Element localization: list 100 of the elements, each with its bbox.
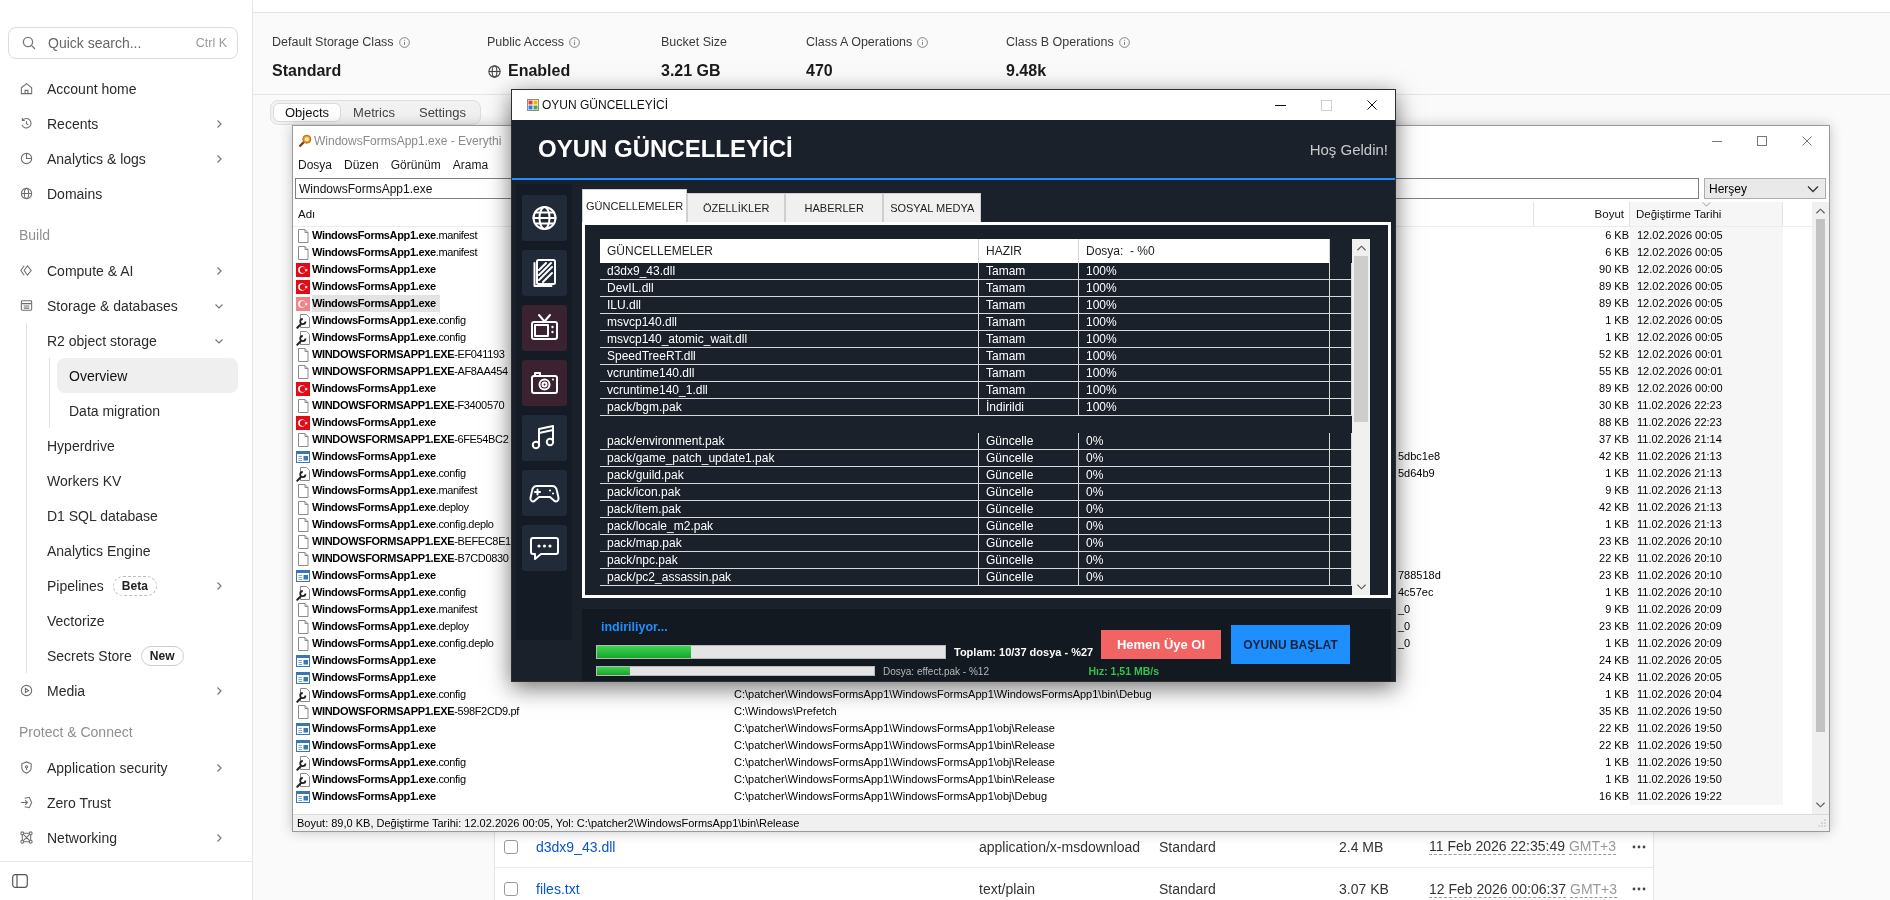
nav-item[interactable]: D1 SQL database bbox=[27, 498, 232, 533]
nav-item[interactable]: Media bbox=[0, 673, 232, 708]
nav-item[interactable]: Account home bbox=[0, 71, 232, 106]
chevron-up-icon[interactable] bbox=[1816, 208, 1825, 214]
gamepad-icon[interactable] bbox=[522, 470, 567, 516]
file-name[interactable]: WINDOWSFORMSAPP1.EXE-6FE54BC2 bbox=[312, 431, 509, 448]
file-name[interactable]: WindowsFormsApp1.exe bbox=[312, 448, 436, 465]
menu-item[interactable]: Düzen bbox=[344, 158, 379, 172]
chevron-up-icon[interactable] bbox=[1356, 245, 1366, 251]
file-name[interactable]: WindowsFormsApp1.exe bbox=[312, 737, 436, 754]
nav-item[interactable]: Vectorize bbox=[27, 603, 232, 638]
nav-item[interactable]: Analytics & logs bbox=[0, 141, 232, 176]
tab[interactable]: Metrics bbox=[341, 103, 407, 122]
file-name[interactable]: WindowsFormsApp1.exe bbox=[312, 261, 436, 278]
checkbox[interactable] bbox=[504, 882, 518, 896]
file-name[interactable]: WindowsFormsApp1.exe.config bbox=[312, 584, 466, 601]
nav-item[interactable]: Analytics Engine bbox=[27, 533, 232, 568]
column-header[interactable]: HAZIR bbox=[979, 239, 1079, 263]
tab[interactable]: GÜNCELLEMELER bbox=[582, 189, 688, 222]
nav-item[interactable]: Secrets Store New bbox=[27, 638, 232, 673]
tab[interactable]: ÖZELLİKLER bbox=[687, 193, 786, 222]
menu-item[interactable]: Dosya bbox=[298, 158, 332, 172]
checkbox[interactable] bbox=[504, 839, 518, 854]
nav-item[interactable]: R2 object storage bbox=[27, 323, 232, 358]
file-name[interactable]: WindowsFormsApp1.exe.manifest bbox=[312, 482, 478, 499]
info-icon[interactable] bbox=[569, 36, 581, 48]
scrollbar-thumb[interactable] bbox=[1354, 256, 1368, 422]
file-name[interactable]: WindowsFormsApp1.exe bbox=[312, 567, 436, 584]
file-name[interactable]: WINDOWSFORMSAPP1.EXE-AF8AA454 bbox=[312, 363, 508, 380]
file-name[interactable]: WindowsFormsApp1.exe.config bbox=[312, 771, 466, 788]
column-header[interactable]: Değiştirme Tarihi bbox=[1630, 202, 1783, 226]
nav-item[interactable]: Hyperdrive bbox=[27, 428, 232, 463]
tab[interactable]: SOSYAL MEDYA bbox=[883, 193, 982, 222]
column-header[interactable]: Adı bbox=[296, 202, 318, 226]
file-name[interactable]: WindowsFormsApp1.exe bbox=[312, 295, 440, 312]
file-name[interactable]: WINDOWSFORMSAPP1.EXE-EF041193 bbox=[312, 346, 505, 363]
file-name[interactable]: WindowsFormsApp1.exe bbox=[312, 720, 436, 737]
maximize-icon[interactable] bbox=[1757, 135, 1767, 146]
close-icon[interactable] bbox=[1367, 100, 1377, 110]
nav-item[interactable]: Domains bbox=[0, 176, 232, 211]
menu-item[interactable]: Görünüm bbox=[390, 158, 441, 172]
file-name[interactable]: WindowsFormsApp1.exe.config bbox=[312, 754, 466, 771]
file-name[interactable]: WindowsFormsApp1.exe bbox=[312, 380, 436, 397]
file-name[interactable]: WINDOWSFORMSAPP1.EXE-598F2CD9.pf bbox=[312, 703, 519, 720]
nav-item[interactable]: Networking bbox=[0, 820, 232, 855]
file-name[interactable]: WindowsFormsApp1.exe.deploy bbox=[312, 618, 469, 635]
file-name[interactable]: WindowsFormsApp1.exe.config bbox=[312, 465, 466, 482]
play-button[interactable]: OYUNU BAŞLAT bbox=[1231, 625, 1350, 664]
nav-item[interactable]: Data migration bbox=[57, 393, 238, 428]
search-field[interactable]: Quick search... Ctrl K bbox=[8, 27, 238, 59]
nav-item[interactable]: Overview bbox=[57, 358, 238, 393]
filter-dropdown[interactable]: Herşey bbox=[1704, 178, 1826, 199]
file-name[interactable]: WindowsFormsApp1.exe.manifest bbox=[312, 244, 478, 261]
tab[interactable]: Settings bbox=[406, 103, 478, 122]
sidebar-toggle-icon[interactable] bbox=[12, 874, 28, 888]
file-name[interactable]: WindowsFormsApp1.exe bbox=[312, 652, 436, 669]
scrollbar-track[interactable] bbox=[1812, 202, 1829, 814]
nav-item[interactable]: Pipelines Beta bbox=[27, 568, 232, 603]
nav-item[interactable]: Application security bbox=[0, 750, 232, 785]
file-name[interactable]: WINDOWSFORMSAPP1.EXE-BEFEC8E1 bbox=[312, 533, 511, 550]
tv-icon[interactable] bbox=[522, 305, 567, 351]
file-name[interactable]: WindowsFormsApp1.exe bbox=[312, 788, 436, 805]
file-name[interactable]: WindowsFormsApp1.exe bbox=[312, 414, 436, 431]
globe-icon[interactable] bbox=[522, 195, 567, 241]
nav-item[interactable]: Zero Trust bbox=[0, 785, 232, 820]
tab[interactable]: Objects bbox=[273, 103, 342, 122]
chevron-down-icon[interactable] bbox=[1816, 802, 1825, 808]
info-icon[interactable] bbox=[917, 36, 929, 48]
scrollbar-track[interactable] bbox=[1352, 239, 1370, 595]
tab[interactable]: HABERLER bbox=[785, 193, 884, 222]
file-name[interactable]: WindowsFormsApp1.exe.config bbox=[312, 686, 466, 703]
nav-item[interactable]: Storage & databases bbox=[0, 288, 232, 323]
file-name[interactable]: WindowsFormsApp1.exe.manifest bbox=[312, 601, 478, 618]
file-name[interactable]: WindowsFormsApp1.exe.config.deplo bbox=[312, 516, 494, 533]
object-link[interactable]: files.txt bbox=[536, 881, 580, 897]
nav-item[interactable]: Compute & AI bbox=[0, 253, 232, 288]
file-name[interactable]: WindowsFormsApp1.exe.config.deplo bbox=[312, 635, 494, 652]
file-name[interactable]: WINDOWSFORMSAPP1.EXE-F3400570 bbox=[312, 397, 505, 414]
notebook-icon[interactable] bbox=[522, 250, 567, 296]
chat-bubble-icon[interactable] bbox=[522, 525, 567, 571]
column-header[interactable]: Dosya: - %0 bbox=[1079, 239, 1330, 263]
file-name[interactable]: WindowsFormsApp1.exe.config bbox=[312, 312, 466, 329]
nav-item[interactable]: Recents bbox=[0, 106, 232, 141]
file-name[interactable]: WindowsFormsApp1.exe bbox=[312, 669, 436, 686]
resize-grip-icon[interactable] bbox=[1818, 819, 1826, 827]
menu-item[interactable]: Arama bbox=[452, 158, 489, 172]
nav-item[interactable]: Workers KV bbox=[27, 463, 232, 498]
column-header[interactable]: GÜNCELLEMELER bbox=[600, 239, 979, 263]
info-icon[interactable] bbox=[1118, 36, 1130, 48]
file-name[interactable]: WINDOWSFORMSAPP1.EXE-B7CD0830 bbox=[312, 550, 509, 567]
music-note-icon[interactable] bbox=[522, 415, 567, 461]
object-link[interactable]: d3dx9_43.dll bbox=[536, 838, 616, 855]
file-name[interactable]: WindowsFormsApp1.exe.config bbox=[312, 329, 466, 346]
chevron-down-icon[interactable] bbox=[1356, 584, 1366, 590]
camera-icon[interactable] bbox=[522, 360, 567, 406]
file-name[interactable]: WindowsFormsApp1.exe.manifest bbox=[312, 227, 478, 244]
file-name[interactable]: WindowsFormsApp1.exe.deploy bbox=[312, 499, 469, 516]
file-name[interactable]: WindowsFormsApp1.exe bbox=[312, 278, 436, 295]
info-icon[interactable] bbox=[398, 36, 410, 48]
scrollbar-thumb[interactable] bbox=[1816, 219, 1825, 732]
